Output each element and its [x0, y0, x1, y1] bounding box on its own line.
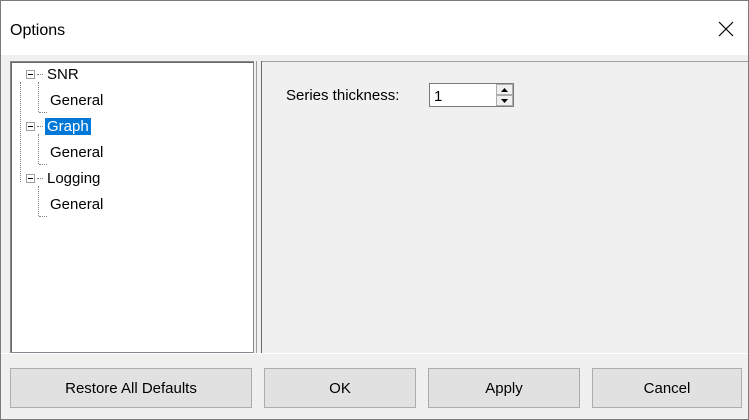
tree-node-logging-general[interactable]: General [48, 195, 105, 213]
tree-connector [39, 216, 47, 217]
tree-connector [38, 82, 39, 112]
tree-node-logging[interactable]: Logging [26, 169, 102, 187]
tree-connector [20, 82, 21, 182]
series-thickness-input[interactable] [430, 84, 496, 106]
title-bar: Options [1, 1, 748, 55]
tree-node-snr-general[interactable]: General [48, 91, 105, 109]
collapse-icon[interactable] [26, 121, 35, 131]
series-thickness-stepper[interactable] [429, 83, 514, 107]
close-icon [718, 21, 734, 37]
options-dialog: Options SNR General Graph General Loggin… [0, 0, 749, 420]
spin-down-button[interactable] [496, 95, 513, 106]
cancel-button[interactable]: Cancel [592, 368, 742, 408]
tree-node-label: General [50, 143, 104, 161]
tree-connector [38, 134, 39, 164]
window-title: Options [10, 22, 66, 39]
tree-connector [38, 186, 39, 216]
tree-node-snr[interactable]: SNR [26, 65, 81, 83]
tree-connector [39, 164, 47, 165]
ok-button[interactable]: OK [264, 368, 416, 408]
tree-node-label: Logging [47, 169, 101, 187]
tree-node-graph[interactable]: Graph [26, 117, 91, 135]
series-thickness-label: Series thickness: [286, 87, 400, 104]
close-button[interactable] [704, 9, 748, 49]
collapse-icon[interactable] [26, 69, 35, 79]
apply-button[interactable]: Apply [428, 368, 580, 408]
tree-node-graph-general[interactable]: General [48, 143, 105, 161]
restore-defaults-button[interactable]: Restore All Defaults [10, 368, 252, 408]
tree-node-label: SNR [47, 65, 79, 83]
options-tree[interactable]: SNR General Graph General Logging Genera… [10, 61, 254, 353]
tree-connector [39, 112, 47, 113]
collapse-icon[interactable] [26, 173, 35, 183]
tree-node-label: Graph [45, 117, 91, 135]
arrow-up-icon [501, 87, 508, 92]
spinner-buttons [496, 84, 513, 106]
tree-node-label: General [50, 91, 104, 109]
spin-up-button[interactable] [496, 84, 513, 95]
arrow-down-icon [501, 98, 508, 103]
tree-node-label: General [50, 195, 104, 213]
